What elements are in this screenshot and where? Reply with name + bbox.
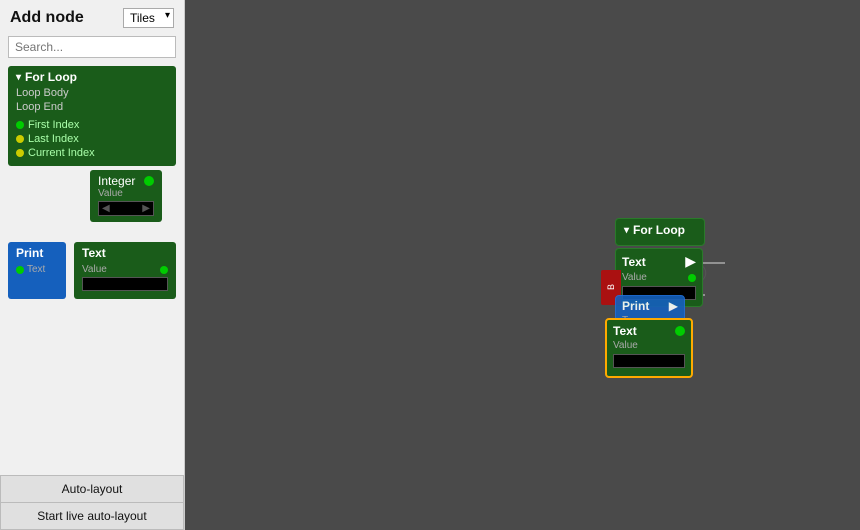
for-loop-title: For Loop xyxy=(16,70,168,84)
text-bottom-port-dot xyxy=(675,326,685,336)
red-node-label: B xyxy=(606,284,616,290)
search-input[interactable] xyxy=(8,36,176,58)
text-bottom-value[interactable] xyxy=(613,354,685,368)
current-index-port: Current Index xyxy=(16,146,168,160)
add-node-title: Add node xyxy=(10,9,84,27)
node-list: For Loop Loop Body Loop End First Index … xyxy=(0,62,184,475)
text-top-port-row: Value xyxy=(622,272,696,283)
canvas-for-loop-node[interactable]: For Loop xyxy=(615,218,705,246)
loop-body-port: Loop Body xyxy=(16,86,168,100)
text-value-port: Value xyxy=(82,264,168,275)
first-index-dot xyxy=(16,121,24,129)
text-top-port-dot xyxy=(688,274,696,282)
print-port-dot xyxy=(16,266,24,274)
sidebar-bottom-nodes: Print Text Text Value xyxy=(8,242,176,299)
start-live-auto-layout-button[interactable]: Start live auto-layout xyxy=(0,503,184,530)
connections-svg xyxy=(185,0,860,530)
text-top-header: Text ▶ xyxy=(622,253,696,270)
print-canvas-header: Print ▶ xyxy=(622,299,678,313)
text-bottom-header: Text xyxy=(613,324,685,338)
auto-layout-button[interactable]: Auto-layout xyxy=(0,476,184,503)
text-port-dot xyxy=(160,266,168,274)
print-arrow: ▶ xyxy=(669,299,678,313)
canvas-text-bottom-node[interactable]: Text Value xyxy=(605,318,693,378)
print-text-port: Text xyxy=(16,264,58,275)
text-top-arrow: ▶ xyxy=(685,253,696,270)
canvas-for-loop-title: For Loop xyxy=(624,223,696,237)
text-top-title: Text xyxy=(622,255,646,269)
sidebar-text-node[interactable]: Text Value xyxy=(74,242,176,299)
output-ports: First Index Last Index Current Index xyxy=(16,118,168,160)
value-label: Value xyxy=(98,188,154,199)
sidebar-integer-node[interactable]: Integer Value ◀ ▶ xyxy=(90,170,162,222)
sidebar-print-node[interactable]: Print Text xyxy=(8,242,66,299)
sidebar-header: Add node Tiles List xyxy=(0,0,184,32)
tiles-dropdown-wrapper[interactable]: Tiles List xyxy=(123,8,174,28)
sidebar-for-loop-group: For Loop Loop Body Loop End First Index … xyxy=(8,66,176,230)
current-index-dot xyxy=(16,149,24,157)
text-title: Text xyxy=(82,246,168,260)
integer-value-field[interactable]: ◀ ▶ xyxy=(98,201,154,216)
tiles-dropdown[interactable]: Tiles List xyxy=(123,8,174,28)
sidebar: Add node Tiles List For Loop Loop Body L… xyxy=(0,0,185,530)
text-bottom-title: Text xyxy=(613,324,637,338)
last-index-port: Last Index xyxy=(16,132,168,146)
integer-title: Integer xyxy=(98,174,154,188)
sidebar-for-loop-node[interactable]: For Loop Loop Body Loop End First Index … xyxy=(8,66,176,166)
integer-right-dot xyxy=(144,176,154,186)
last-index-dot xyxy=(16,135,24,143)
sidebar-footer: Auto-layout Start live auto-layout xyxy=(0,475,184,530)
text-bottom-port-row: Value xyxy=(613,340,685,351)
text-value-input[interactable] xyxy=(82,277,168,291)
print-title: Print xyxy=(16,246,58,260)
first-index-port: First Index xyxy=(16,118,168,132)
canvas-print-title: Print xyxy=(622,299,649,313)
canvas[interactable]: For Loop Text ▶ Value B Print ▶ T... Tex… xyxy=(185,0,860,530)
loop-end-port: Loop End xyxy=(16,100,168,114)
